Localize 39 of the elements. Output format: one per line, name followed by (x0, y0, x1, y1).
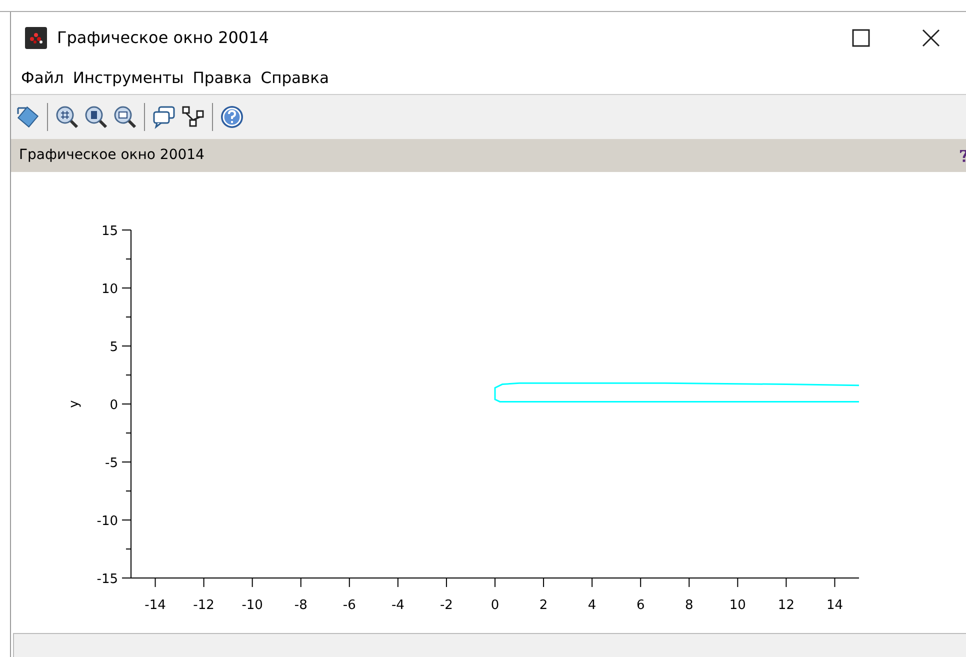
x-tick-label: -10 (242, 598, 263, 613)
close-icon (922, 29, 940, 47)
zoom-grid-icon (55, 105, 79, 129)
x-tick-label: 2 (539, 598, 548, 613)
zoom-in-icon (84, 105, 108, 129)
x-tick-label: 0 (490, 598, 500, 613)
zoom-icon (113, 105, 137, 129)
y-tick-label: -10 (96, 514, 118, 529)
y-tick-label: 15 (101, 224, 118, 239)
y-tick-label: -5 (105, 456, 118, 471)
x-tick-label: -14 (144, 598, 166, 613)
y-axis-label: y (67, 400, 82, 408)
help-icon (220, 105, 244, 129)
figure-title: Графическое окно 20014 (19, 146, 204, 165)
window-title: Графическое окно 20014 (57, 27, 269, 49)
menu-item[interactable]: Справка (258, 67, 332, 91)
app-icon (25, 27, 47, 49)
x-tick-label: 8 (685, 598, 694, 613)
y-tick-label: -15 (96, 572, 118, 587)
y-tick-label: 5 (110, 340, 118, 355)
x-tick-label: -2 (440, 598, 453, 613)
y-tick-label: 0 (110, 398, 118, 413)
x-tick-label: -4 (391, 598, 404, 613)
x-tick-label: 6 (636, 598, 645, 613)
x-tick-label: 12 (778, 598, 794, 613)
x-tick-label: 4 (588, 598, 596, 613)
menu-item[interactable]: Файл (18, 67, 67, 91)
help-icon (960, 150, 966, 162)
x-tick-label: -12 (193, 598, 214, 613)
maximize-icon (852, 29, 870, 47)
x-tick-label: -8 (294, 598, 308, 613)
menu-item[interactable]: Инструменты (70, 67, 187, 91)
speech-bubbles-icon (152, 105, 176, 129)
menu-item[interactable]: Правка (190, 67, 255, 91)
y-tick-label: 10 (101, 282, 118, 297)
node-graph-icon (181, 105, 205, 129)
x-tick-label: -6 (342, 598, 356, 613)
x-tick-label: 14 (826, 598, 843, 613)
x-tick-label: 10 (729, 598, 746, 613)
